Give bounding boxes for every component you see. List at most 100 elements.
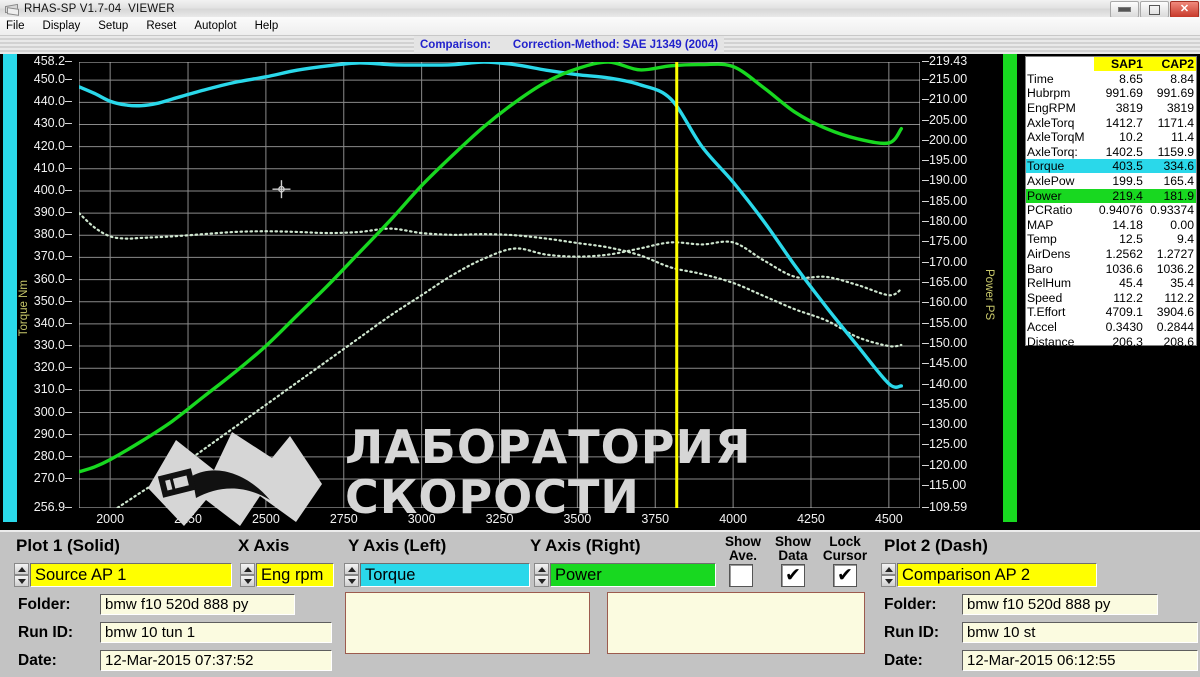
data-row-name: Accel xyxy=(1027,319,1057,334)
right-runid-field[interactable]: bmw 10 st xyxy=(962,622,1198,643)
menu-item-display[interactable]: Display xyxy=(43,20,81,32)
left-folder-field[interactable]: bmw f10 520d 888 py xyxy=(100,594,295,615)
y-tick-right: –130.00 xyxy=(922,417,968,432)
xaxis-select[interactable]: Eng rpm xyxy=(256,563,334,587)
yleft-label: Y Axis (Left) xyxy=(348,536,447,555)
y-tick-left: 390.0– xyxy=(33,205,72,220)
data-row-value-sap1: 1412.7 xyxy=(1105,115,1143,130)
data-column-sap1: SAP1 xyxy=(1093,57,1145,72)
data-row-name: Baro xyxy=(1027,261,1053,276)
y-tick-right: –210.00 xyxy=(922,92,968,107)
data-row-name: Power xyxy=(1026,188,1094,203)
data-row-value-sap1: 45.4 xyxy=(1119,276,1143,291)
data-row: AxleTorq 1412.7 1171.4 xyxy=(1026,115,1196,130)
yleft-spinner-up[interactable] xyxy=(344,563,359,575)
y-tick-right: –155.00 xyxy=(922,315,968,330)
plot1-spinner-up[interactable] xyxy=(14,563,29,575)
xaxis-spinner-up[interactable] xyxy=(240,563,255,575)
left-folder-label: Folder: xyxy=(18,596,71,613)
show-ave-checkbox[interactable] xyxy=(729,564,753,587)
show-data-checkbox[interactable]: ✔ xyxy=(781,564,805,587)
lock-cursor-label-line2: Cursor xyxy=(822,548,868,563)
plot1-spinner-down[interactable] xyxy=(14,575,29,587)
yright-spinner-up[interactable] xyxy=(534,563,549,575)
lock-cursor-checkbox[interactable]: ✔ xyxy=(833,564,857,587)
yleft-spinner-down[interactable] xyxy=(344,575,359,587)
y-tick-left: 410.0– xyxy=(33,160,72,175)
left-date-label: Date: xyxy=(18,652,57,669)
y-tick-left: 400.0– xyxy=(33,182,72,197)
left-notes-field[interactable] xyxy=(345,592,590,654)
plot-area: Torque Nm Power PS 458.2– 450.0– 440.0– 430… xyxy=(0,54,1200,530)
data-row-value-cap2: 112.2 xyxy=(1164,290,1194,305)
data-row: AirDens 1.2562 1.2727 xyxy=(1026,247,1196,262)
yright-spinner[interactable] xyxy=(534,563,549,587)
data-row-name: MAP xyxy=(1027,217,1054,232)
data-row-name: Time xyxy=(1027,71,1054,86)
window-title: RHAS-SP V1.7-04 VIEWER xyxy=(24,2,175,15)
y-tick-left: 380.0– xyxy=(33,227,72,242)
data-row: T.Effort 4709.1 3904.6 xyxy=(1026,305,1196,320)
right-axis-color-bar xyxy=(1003,54,1017,522)
y-tick-right: –125.00 xyxy=(922,437,968,452)
data-row-name: EngRPM xyxy=(1027,101,1076,116)
right-folder-field[interactable]: bmw f10 520d 888 py xyxy=(962,594,1158,615)
data-row-value-sap1: 14.18 xyxy=(1112,217,1143,232)
menu-item-autoplot[interactable]: Autoplot xyxy=(194,20,236,32)
y-tick-left: 256.9– xyxy=(33,500,72,514)
y-tick-left: 458.2– xyxy=(33,54,72,68)
data-row: MAP 14.18 0.00 xyxy=(1026,218,1196,233)
maximize-button[interactable] xyxy=(1140,1,1169,18)
plot2-spinner[interactable] xyxy=(881,563,896,587)
plot2-spinner-down[interactable] xyxy=(881,575,896,587)
window-buttons: ✕ xyxy=(1110,1,1199,18)
application-window: RHAS-SP V1.7-04 VIEWER ✕ File Display Se… xyxy=(0,0,1200,677)
plot2-source-select[interactable]: Comparison AP 2 xyxy=(897,563,1097,587)
left-date-field[interactable]: 12-Mar-2015 07:37:52 xyxy=(100,650,332,671)
right-date-field[interactable]: 12-Mar-2015 06:12:55 xyxy=(962,650,1198,671)
chart-canvas[interactable] xyxy=(79,62,920,508)
right-notes-field[interactable] xyxy=(607,592,865,654)
data-row-value-sap1: 206.3 xyxy=(1112,334,1143,349)
data-row-name: Torque xyxy=(1026,159,1094,174)
xaxis-spinner[interactable] xyxy=(240,563,255,587)
y-tick-right: –170.00 xyxy=(922,254,968,269)
minimize-button[interactable] xyxy=(1110,1,1139,18)
y-tick-right: –190.00 xyxy=(922,173,968,188)
yright-select[interactable]: Power xyxy=(550,563,716,587)
menu-item-setup[interactable]: Setup xyxy=(98,20,128,32)
menu-bar: File Display Setup Reset Autoplot Help xyxy=(0,17,1200,36)
plot1-source-select[interactable]: Source AP 1 xyxy=(30,563,232,587)
data-row-value-sap1: 991.69 xyxy=(1105,86,1143,101)
x-tick: 2750 xyxy=(329,512,358,526)
data-row-value-cap2: 165.4 xyxy=(1163,174,1195,189)
y-tick-right: –200.00 xyxy=(922,132,968,147)
yleft-select[interactable]: Torque xyxy=(360,563,530,587)
left-runid-label: Run ID: xyxy=(18,624,74,641)
left-runid-field[interactable]: bmw 10 tun 1 xyxy=(100,622,332,643)
plot1-label: Plot 1 (Solid) xyxy=(16,536,120,555)
menu-item-file[interactable]: File xyxy=(6,20,25,32)
minimize-icon xyxy=(1118,7,1131,12)
x-tick: 2250 xyxy=(174,512,202,526)
plot2-spinner-up[interactable] xyxy=(881,563,896,575)
close-button[interactable]: ✕ xyxy=(1170,1,1199,18)
x-tick: 3250 xyxy=(485,512,514,526)
plot1-spinner[interactable] xyxy=(14,563,29,587)
yright-spinner-down[interactable] xyxy=(534,575,549,587)
show-data-label-line1: Show xyxy=(775,534,811,549)
x-tick: 4250 xyxy=(797,512,825,526)
y-tick-left: 450.0– xyxy=(33,72,72,87)
data-row: RelHum 45.4 35.4 xyxy=(1026,276,1196,291)
data-row-name: Speed xyxy=(1027,290,1063,305)
yleft-spinner[interactable] xyxy=(344,563,359,587)
menu-item-help[interactable]: Help xyxy=(255,20,279,32)
y-tick-left: 290.0– xyxy=(33,426,72,441)
comparison-bar: Comparison: Correction-Method: SAE J1349… xyxy=(0,36,1200,55)
x-tick: 3500 xyxy=(563,512,592,526)
xaxis-spinner-down[interactable] xyxy=(240,575,255,587)
close-icon: ✕ xyxy=(1179,3,1190,15)
x-tick: 3000 xyxy=(407,512,436,526)
data-row-value-cap2: 0.00 xyxy=(1170,217,1194,232)
menu-item-reset[interactable]: Reset xyxy=(146,20,176,32)
